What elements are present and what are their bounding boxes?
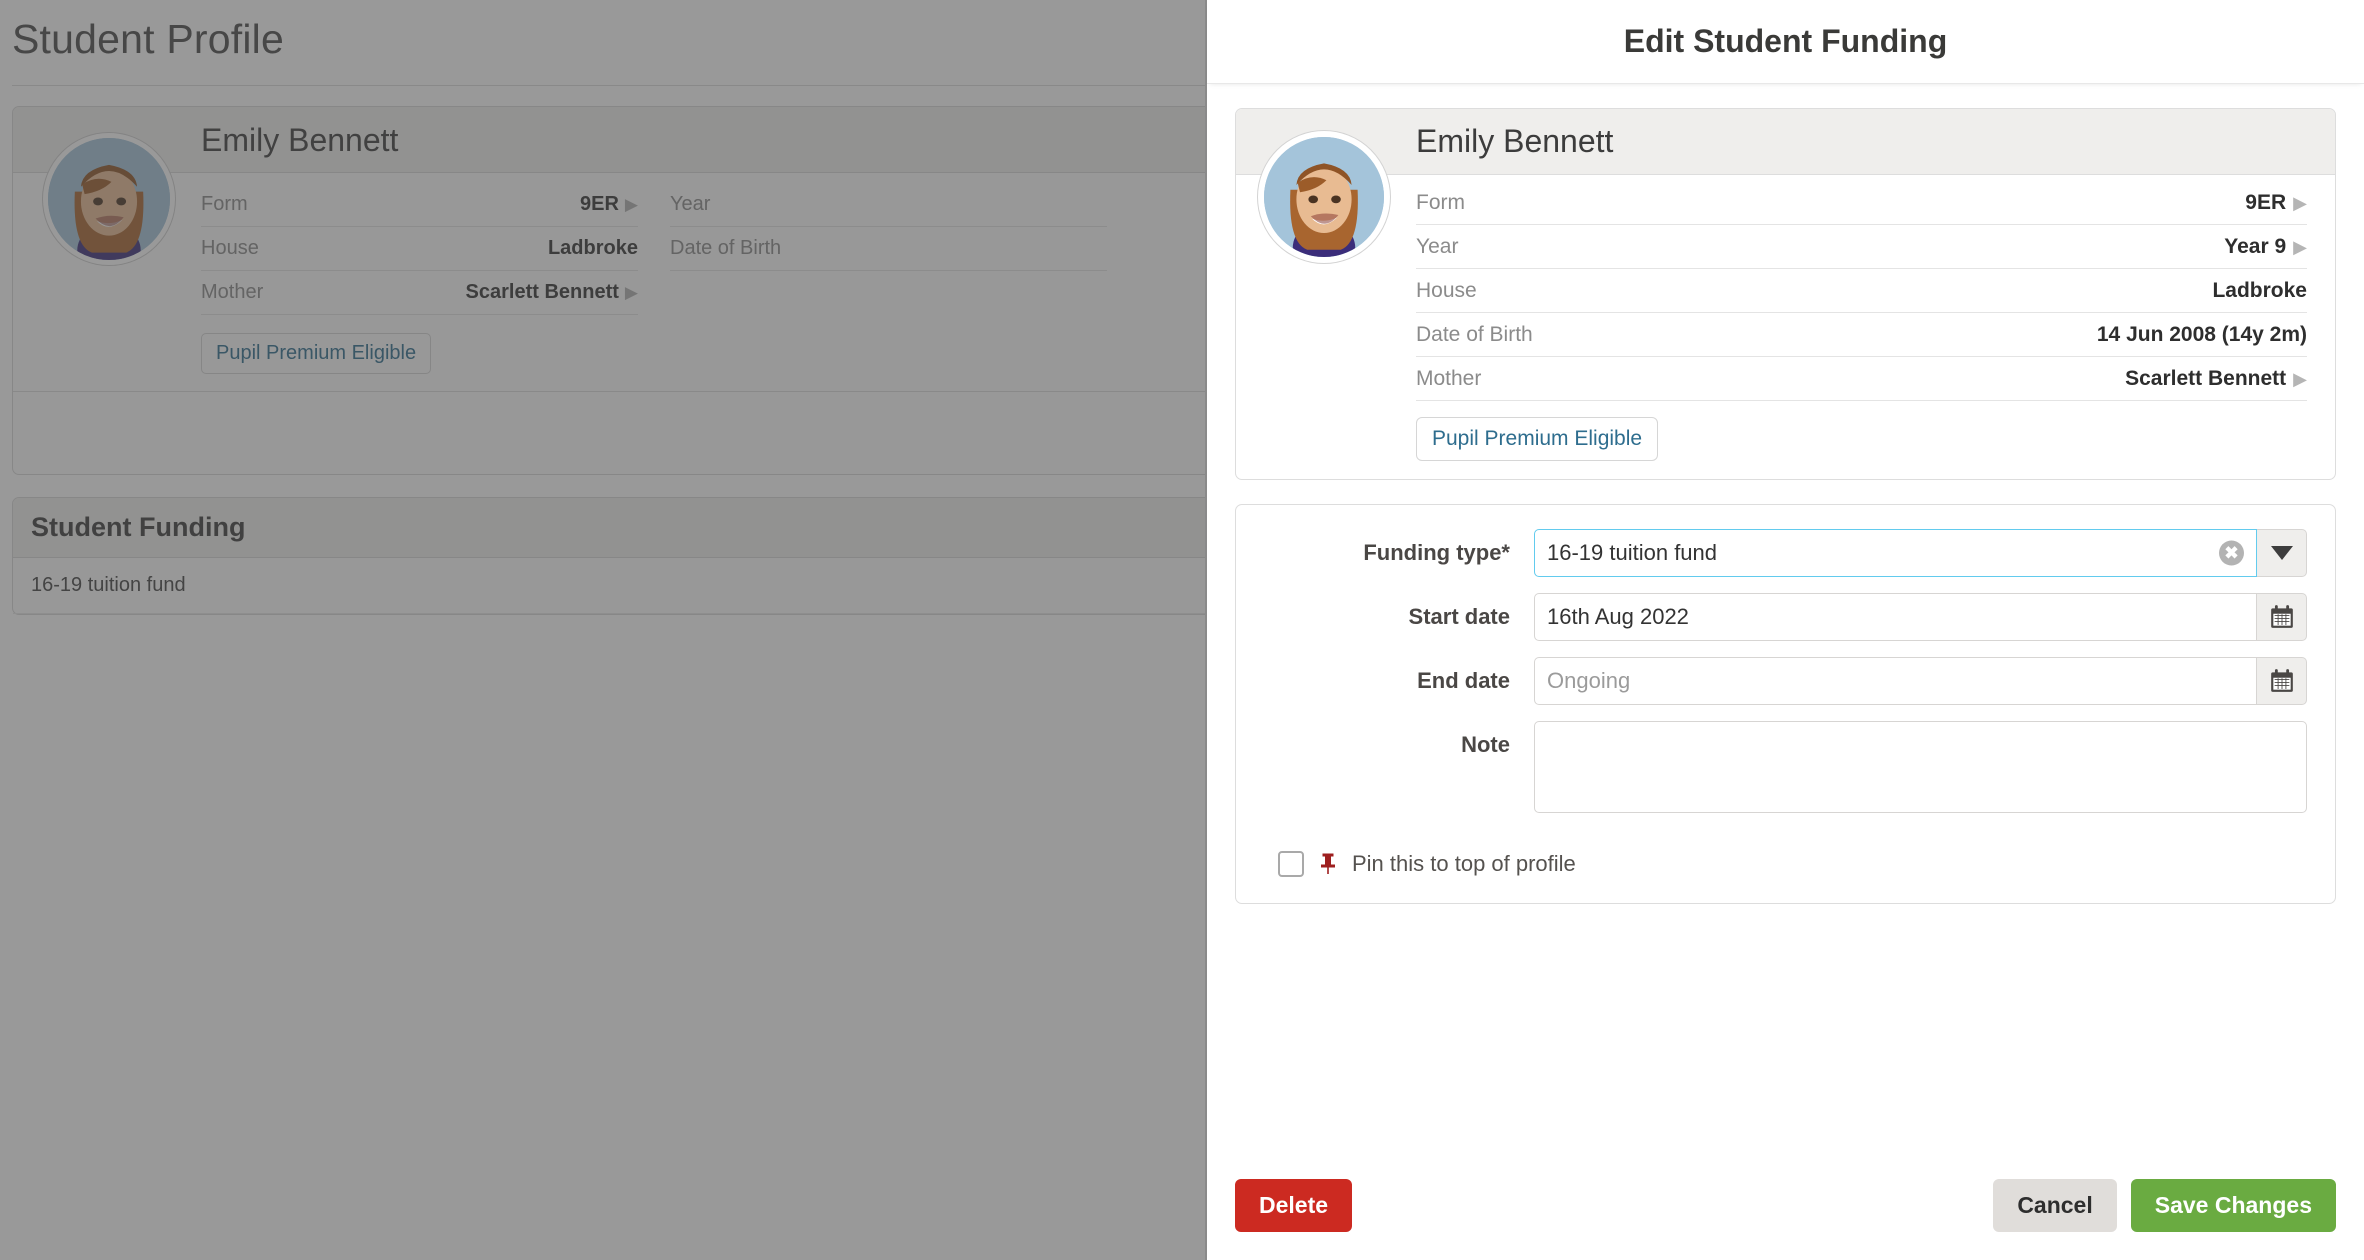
modal-footer: Delete Cancel Save Changes	[1207, 1163, 2364, 1260]
funding-type-value: 16-19 tuition fund	[1547, 540, 1717, 566]
pin-icon	[1318, 852, 1338, 876]
detail-row-house: House Ladbroke	[1416, 269, 2307, 313]
avatar	[43, 133, 175, 265]
end-date-calendar-button[interactable]	[2257, 657, 2307, 705]
detail-row[interactable]: Year	[670, 183, 1107, 227]
note-label: Note	[1264, 721, 1534, 769]
chevron-right-icon: ▶	[2293, 237, 2307, 257]
end-date-placeholder: Ongoing	[1547, 668, 1630, 694]
pupil-premium-badge[interactable]: Pupil Premium Eligible	[1416, 417, 1658, 461]
background-page: Student Profile Emily Bennett	[0, 0, 1205, 1260]
detail-row[interactable]: Form 9ER▶	[201, 183, 638, 227]
student-summary-card: Emily Bennett Form 9ER▶ House Ladbroke	[12, 106, 1205, 475]
chevron-down-icon	[2271, 546, 2293, 560]
modal-student-card-header	[1236, 109, 2335, 175]
chevron-right-icon: ▶	[625, 283, 638, 302]
detail-label: Date of Birth	[670, 237, 781, 260]
detail-value: Ladbroke	[2212, 279, 2307, 303]
modal-body: Emily Bennett Form 9ER▶ Year Year 9▶ Hou…	[1207, 84, 2364, 1163]
start-date-value: 16th Aug 2022	[1547, 604, 1689, 630]
funding-type-dropdown-button[interactable]	[2257, 529, 2307, 577]
detail-row-year[interactable]: Year Year 9▶	[1416, 225, 2307, 269]
detail-label: Form	[201, 193, 248, 216]
funding-type-input[interactable]: 16-19 tuition fund ✖	[1534, 529, 2257, 577]
end-date-row: End date Ongoing	[1264, 657, 2307, 705]
student-photo	[48, 138, 170, 260]
detail-row: House Ladbroke	[201, 227, 638, 271]
pupil-premium-badge[interactable]: Pupil Premium Eligible	[201, 333, 431, 374]
pin-checkbox[interactable]	[1278, 851, 1304, 877]
detail-row: Date of Birth	[670, 227, 1107, 271]
calendar-icon	[2269, 668, 2295, 694]
modal-detail-list: Form 9ER▶ Year Year 9▶ House Ladbroke Da…	[1236, 175, 2335, 401]
calendar-icon	[2269, 604, 2295, 630]
detail-row-dob: Date of Birth 14 Jun 2008 (14y 2m)	[1416, 313, 2307, 357]
edit-student-funding-modal: Edit Student Funding Emily Bennett	[1205, 0, 2364, 1260]
detail-label: House	[1416, 279, 1477, 303]
pin-label: Pin this to top of profile	[1352, 851, 1576, 877]
start-date-calendar-button[interactable]	[2257, 593, 2307, 641]
chevron-right-icon: ▶	[2293, 369, 2307, 389]
delete-button[interactable]: Delete	[1235, 1179, 1352, 1232]
save-changes-button[interactable]: Save Changes	[2131, 1179, 2336, 1232]
detail-value: 9ER▶	[2245, 191, 2307, 215]
cancel-button[interactable]: Cancel	[1993, 1179, 2116, 1232]
detail-row-mother[interactable]: Mother Scarlett Bennett▶	[1416, 357, 2307, 401]
detail-label: Mother	[201, 281, 263, 304]
modal-student-name: Emily Bennett	[1416, 123, 1613, 160]
detail-value: 9ER▶	[580, 193, 638, 216]
student-card-header	[13, 107, 1205, 173]
start-date-row: Start date 16th Aug 2022	[1264, 593, 2307, 641]
detail-label: Year	[670, 193, 710, 216]
detail-row[interactable]: Mother Scarlett Bennett▶	[201, 271, 638, 315]
funding-form: Funding type* 16-19 tuition fund ✖ Start…	[1235, 504, 2336, 904]
chevron-right-icon: ▶	[625, 195, 638, 214]
end-date-label: End date	[1264, 657, 1534, 705]
title-divider	[12, 85, 1205, 86]
student-name: Emily Bennett	[201, 122, 398, 159]
view-row: View	[13, 391, 1205, 474]
detail-row-form[interactable]: Form 9ER▶	[1416, 181, 2307, 225]
detail-label: Date of Birth	[1416, 323, 1533, 347]
detail-label: Mother	[1416, 367, 1481, 391]
funding-type-label: Funding type*	[1264, 529, 1534, 577]
student-funding-card: Student Funding 16-19 tuition fund	[12, 497, 1205, 615]
detail-value: Ladbroke	[548, 237, 638, 260]
chevron-right-icon: ▶	[2293, 193, 2307, 213]
detail-column-right: Year Date of Birth	[670, 183, 1107, 315]
student-photo	[1264, 137, 1384, 257]
detail-value: 14 Jun 2008 (14y 2m)	[2097, 323, 2307, 347]
detail-value: Scarlett Bennett▶	[466, 281, 638, 304]
detail-value: Scarlett Bennett▶	[2125, 367, 2307, 391]
clear-circle-icon[interactable]: ✖	[2219, 541, 2244, 566]
detail-label: Form	[1416, 191, 1465, 215]
detail-value: Year 9▶	[2224, 235, 2307, 259]
start-date-input[interactable]: 16th Aug 2022	[1534, 593, 2257, 641]
badge-row: Pupil Premium Eligible	[1236, 401, 2335, 479]
detail-column-left: Form 9ER▶ House Ladbroke Mother Scarlett…	[201, 183, 638, 315]
funding-list-item[interactable]: 16-19 tuition fund	[13, 558, 1205, 614]
end-date-input[interactable]: Ongoing	[1534, 657, 2257, 705]
funding-type-row: Funding type* 16-19 tuition fund ✖	[1264, 529, 2307, 577]
modal-title: Edit Student Funding	[1207, 0, 2364, 84]
avatar	[1258, 131, 1390, 263]
pin-row: Pin this to top of profile	[1264, 829, 2307, 877]
detail-label: House	[201, 237, 259, 260]
note-textarea[interactable]	[1534, 721, 2307, 813]
student-funding-title: Student Funding	[13, 498, 1205, 558]
start-date-label: Start date	[1264, 593, 1534, 641]
page-title: Student Profile	[12, 0, 1205, 85]
modal-student-card: Emily Bennett Form 9ER▶ Year Year 9▶ Hou…	[1235, 108, 2336, 480]
note-row: Note	[1264, 721, 2307, 813]
detail-label: Year	[1416, 235, 1458, 259]
